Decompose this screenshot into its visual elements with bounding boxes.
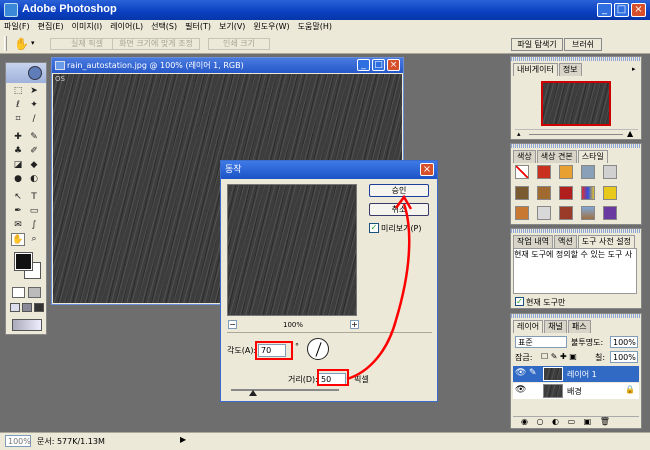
layers-panel: 레이어 채널 패스 표준 불투명도: 100% 잠금: ☐ ✎ ✚ ▣ 칠: 1…: [510, 313, 642, 429]
panel-drag-bar[interactable]: [511, 229, 641, 233]
tool-presets-message: 현재 도구에 정의할 수 있는 도구 사: [514, 250, 633, 259]
style-swatch[interactable]: [537, 185, 551, 200]
style-swatch[interactable]: [559, 165, 573, 179]
fill-input[interactable]: 100%: [610, 351, 638, 363]
tool-presets-panel: 작업 내역 액션 도구 사전 설정 현재 도구에 정의할 수 있는 도구 사 ✓…: [510, 228, 642, 309]
style-swatch[interactable]: [537, 165, 551, 179]
presets-tabs: 작업 내역 액션 도구 사전 설정: [513, 235, 636, 248]
style-swatch[interactable]: [603, 165, 617, 179]
style-swatch[interactable]: [581, 185, 595, 200]
style-swatch[interactable]: [515, 185, 529, 200]
style-swatch-grid: [515, 165, 629, 223]
tab-navigator[interactable]: 내비게이터: [513, 63, 558, 76]
zoom-in-mountain-icon[interactable]: ▲: [627, 129, 633, 138]
panel-drag-bar[interactable]: [511, 57, 641, 61]
navigator-tabs: 내비게이터 정보: [513, 63, 583, 76]
tab-tool-presets[interactable]: 도구 사전 설정: [577, 235, 635, 248]
current-tool-only-label: 현재 도구만: [526, 298, 566, 307]
foreground-color-swatch[interactable]: [14, 252, 33, 271]
tab-styles[interactable]: 스타일: [577, 150, 608, 163]
status-zoom[interactable]: 100%: [5, 435, 31, 447]
blend-mode-select[interactable]: 표준: [515, 336, 567, 348]
navigator-panel: 내비게이터 정보 ▸ ▴ ▲: [510, 56, 642, 140]
layer-row-layer-1[interactable]: 👁 ✎ 레이어 1: [513, 366, 639, 382]
layer-thumbnail: [543, 367, 563, 381]
annotation-arrow-line: [346, 203, 411, 381]
lock-label: 잠금:: [515, 353, 533, 362]
layer-name: 레이어 1: [567, 370, 597, 379]
tab-swatches[interactable]: 색상 견본: [536, 150, 577, 163]
status-bar: 100% 문서: 577K/1.13M ▶: [0, 432, 650, 450]
navigator-preview[interactable]: [541, 81, 611, 126]
panel-drag-bar[interactable]: [511, 144, 641, 148]
layer-name: 배경: [567, 387, 582, 396]
layer-visibility-eye-icon[interactable]: 👁: [515, 385, 526, 395]
style-swatch[interactable]: [515, 165, 529, 179]
layer-brush-icon: ✎: [529, 368, 537, 378]
navigator-slider-track[interactable]: [529, 134, 623, 135]
layer-row-background[interactable]: 👁 배경 🔒: [513, 383, 639, 399]
tab-actions[interactable]: 액션: [553, 235, 577, 248]
opacity-input[interactable]: 100%: [610, 336, 638, 348]
status-doc-size: 문서: 577K/1.13M: [37, 437, 105, 446]
style-swatch[interactable]: [559, 185, 573, 200]
lock-icon: 🔒: [625, 385, 635, 394]
tool-presets-list[interactable]: 현재 도구에 정의할 수 있는 도구 사: [513, 248, 637, 294]
layer-visibility-eye-icon[interactable]: 👁: [515, 368, 526, 378]
style-swatch[interactable]: [537, 206, 551, 221]
annotation-arrow-head: [394, 194, 413, 210]
panel-drag-bar[interactable]: [511, 314, 641, 318]
tab-history[interactable]: 작업 내역: [513, 235, 553, 248]
zoom-out-mountain-icon[interactable]: ▴: [517, 130, 521, 138]
lock-icons[interactable]: ☐ ✎ ✚ ▣: [541, 352, 577, 361]
style-swatch[interactable]: [603, 185, 617, 200]
opacity-label: 불투명도:: [571, 338, 604, 347]
current-tool-only-checkbox[interactable]: ✓: [515, 297, 524, 306]
layers-footer-icons[interactable]: ◉ ○ ◐ ▭ ▣ 🗑: [513, 416, 639, 428]
style-swatch[interactable]: [603, 206, 617, 221]
style-swatch[interactable]: [581, 165, 595, 179]
tab-color[interactable]: 색상: [513, 150, 536, 163]
styles-panel: 색상 색상 견본 스타일: [510, 143, 642, 225]
layer-thumbnail: [543, 384, 563, 398]
layers-tabs: 레이어 채널 패스: [513, 320, 592, 333]
panel-menu-icon[interactable]: ▸: [632, 65, 636, 73]
tab-channels[interactable]: 채널: [544, 320, 567, 333]
tab-layers[interactable]: 레이어: [513, 320, 544, 333]
style-swatch[interactable]: [581, 206, 595, 221]
color-tabs: 색상 색상 견본 스타일: [513, 150, 609, 163]
style-swatch[interactable]: [515, 206, 529, 221]
tab-info[interactable]: 정보: [558, 63, 582, 76]
status-arrow-icon[interactable]: ▶: [180, 435, 186, 444]
navigator-zoom-slider[interactable]: ▴ ▲: [515, 129, 638, 138]
fill-label: 칠:: [595, 353, 606, 362]
tab-paths[interactable]: 패스: [567, 320, 591, 333]
style-swatch[interactable]: [559, 206, 573, 221]
